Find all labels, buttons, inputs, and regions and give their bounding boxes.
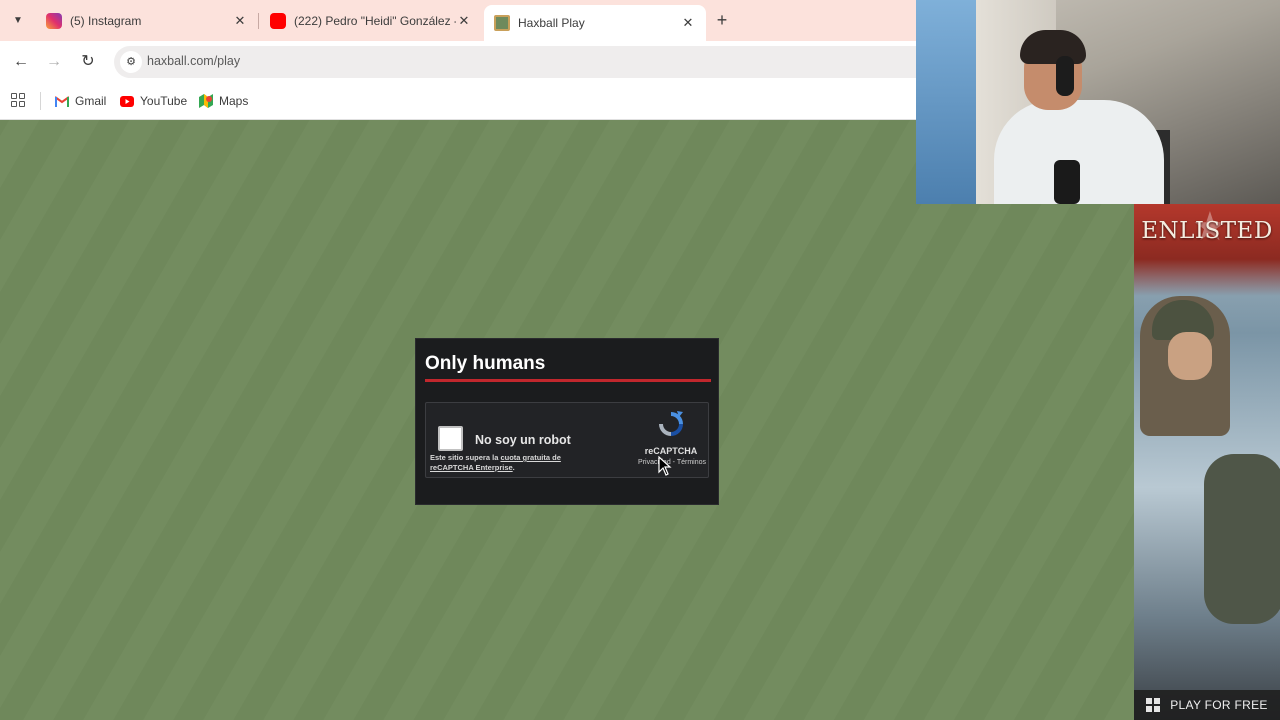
new-tab-button[interactable]: + (712, 9, 732, 31)
browser-toolbar: ← → ↻ ⚙ haxball.com/play (0, 41, 916, 83)
webcam-person-hair (1020, 30, 1086, 64)
enlisted-advertisement[interactable]: ★ ENLISTED PLAY FOR FREE (1134, 204, 1280, 720)
gmail-icon (55, 95, 69, 107)
youtube-icon (120, 95, 134, 107)
tab-separator (258, 13, 259, 29)
recaptcha-quota-note: Este sitio supera la cuota gratuita de r… (430, 453, 590, 473)
tab-instagram[interactable]: (5) Instagram ✕ (36, 6, 258, 35)
cta-label: PLAY FOR FREE (1170, 698, 1268, 712)
headset-icon (1056, 56, 1074, 96)
address-bar[interactable]: ⚙ haxball.com/play (114, 46, 916, 78)
maps-icon (199, 94, 213, 108)
close-icon[interactable]: ✕ (232, 13, 248, 29)
tab-youtube[interactable]: (222) Pedro "Heidi" González - ✕ (260, 6, 482, 35)
close-icon[interactable]: ✕ (680, 15, 696, 31)
webcam-window (916, 0, 976, 204)
not-a-robot-checkbox[interactable] (438, 426, 463, 451)
mouse-cursor-icon (658, 456, 672, 476)
webcam-overlay (916, 0, 1280, 204)
haxball-icon (494, 15, 510, 31)
address-url[interactable]: haxball.com/play (147, 54, 240, 68)
note-prefix: Este sitio supera la (430, 453, 501, 462)
bookmarks-bar: Gmail YouTube Maps (0, 83, 916, 120)
microphone-icon (1054, 160, 1080, 204)
note-suffix: . (512, 463, 515, 472)
bookmark-youtube[interactable]: YouTube (120, 92, 187, 110)
reload-icon[interactable]: ↻ (77, 51, 99, 73)
tab-title: Haxball Play (518, 16, 585, 30)
bookmark-maps[interactable]: Maps (199, 92, 248, 110)
back-arrow-icon[interactable]: ← (10, 51, 32, 73)
recaptcha-logo-icon (659, 411, 683, 436)
dialog-title: Only humans (425, 353, 546, 374)
dialog-title-underline (425, 379, 711, 382)
ad-second-soldier (1204, 454, 1280, 624)
windows-icon (1146, 698, 1160, 712)
captcha-dialog: Only humans No soy un robot Este sitio s… (415, 338, 719, 505)
close-icon[interactable]: ✕ (456, 13, 472, 29)
tab-search-chevron-icon[interactable]: ▼ (7, 9, 29, 31)
ad-soldier-face (1168, 332, 1212, 380)
tab-strip: ▼ (5) Instagram ✕ (222) Pedro "Heidi" Go… (0, 0, 916, 41)
bookmark-gmail[interactable]: Gmail (55, 92, 106, 110)
ad-logo: ENLISTED (1141, 218, 1273, 244)
apps-grid-icon[interactable] (11, 93, 25, 107)
forward-arrow-icon[interactable]: → (43, 51, 65, 73)
site-settings-icon[interactable]: ⚙ (120, 51, 142, 73)
play-for-free-button[interactable]: PLAY FOR FREE (1134, 690, 1280, 720)
checkbox-label: No soy un robot (475, 433, 571, 447)
youtube-icon (270, 12, 286, 29)
tab-title: (222) Pedro "Heidi" González - (294, 13, 456, 28)
tab-title: (5) Instagram (70, 13, 142, 28)
instagram-icon (46, 12, 62, 29)
bookmarks-divider (40, 92, 41, 110)
bookmark-label: YouTube (140, 94, 188, 108)
bookmark-label: Maps (219, 94, 249, 108)
tab-haxball-play[interactable]: Haxball Play ✕ (484, 5, 706, 41)
bookmark-label: Gmail (75, 94, 107, 108)
recaptcha-brand: reCAPTCHA (644, 446, 698, 456)
